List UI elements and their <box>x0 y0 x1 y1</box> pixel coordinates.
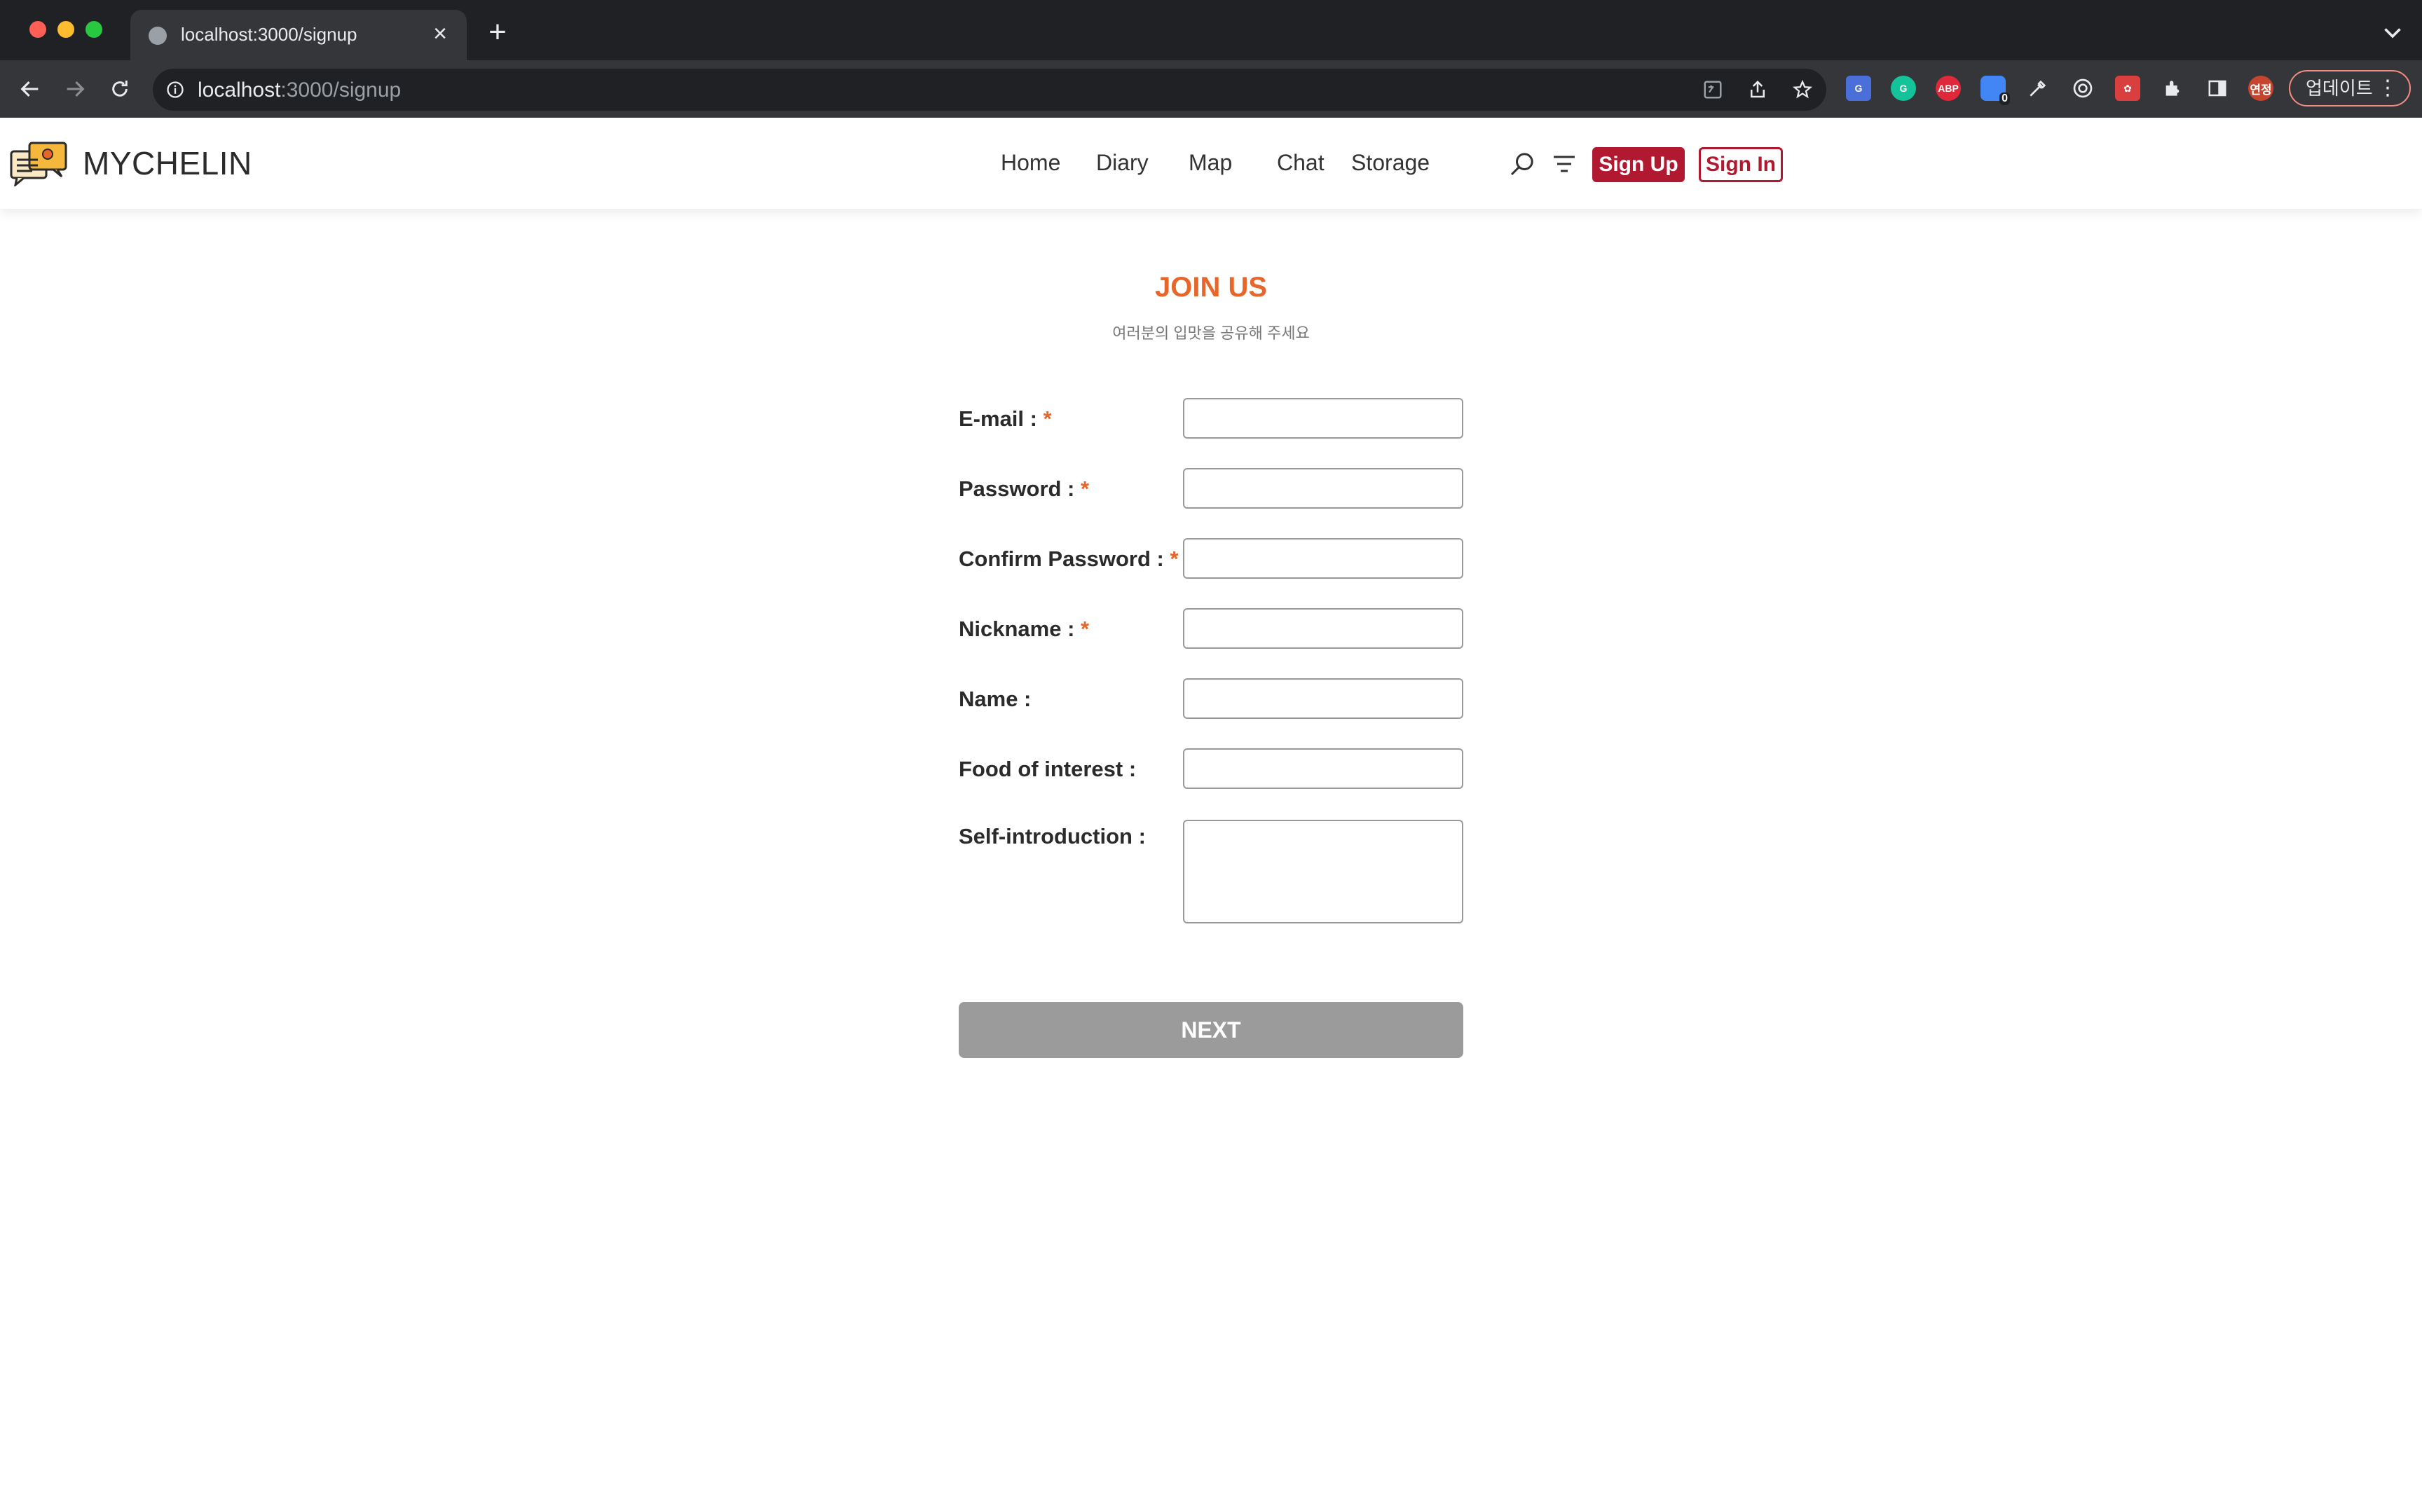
red-extension-icon[interactable]: ✿ <box>2115 76 2140 101</box>
confirm-password-field[interactable] <box>1183 538 1463 579</box>
window-close-button[interactable] <box>29 21 46 38</box>
browser-tab[interactable]: localhost:3000/signup × <box>130 10 467 60</box>
logo-chat-bubbles-icon[interactable] <box>10 140 69 186</box>
eyedropper-extension-icon[interactable] <box>2025 76 2051 101</box>
globe-icon <box>149 27 167 45</box>
new-tab-button[interactable]: + <box>482 17 513 48</box>
nickname-field[interactable] <box>1183 608 1463 649</box>
share-icon[interactable] <box>1746 78 1769 101</box>
extension-badge-count: 0 <box>1999 92 2010 105</box>
arrow-left-icon <box>20 81 39 97</box>
bookmark-star-icon[interactable] <box>1791 78 1814 101</box>
side-panel-icon[interactable] <box>2205 76 2230 101</box>
update-button[interactable]: 업데이트 ⋮ <box>2289 70 2411 106</box>
grammarly-extension-icon[interactable]: G <box>1891 76 1916 101</box>
reload-button[interactable] <box>104 73 136 105</box>
next-button[interactable]: NEXT <box>959 1002 1463 1058</box>
extension-with-badge-icon[interactable]: 0 <box>1980 76 2010 105</box>
nav-diary[interactable]: Diary <box>1096 150 1149 176</box>
name-field[interactable] <box>1183 678 1463 719</box>
food-of-interest-field[interactable] <box>1183 748 1463 789</box>
info-icon[interactable] <box>165 80 185 99</box>
kebab-menu-icon[interactable]: ⋮ <box>2377 71 2398 105</box>
browser-toolbar: localhost:3000/signup <box>0 60 2422 118</box>
name-label: Name : <box>959 687 1032 711</box>
sign-up-button[interactable]: Sign Up <box>1592 147 1685 182</box>
puzzle-extensions-icon[interactable] <box>2160 76 2185 101</box>
confirm-password-label: Confirm Password : * <box>959 547 1179 571</box>
nav-storage[interactable]: Storage <box>1351 150 1430 176</box>
food-of-interest-label: Food of interest : <box>959 757 1137 781</box>
self-introduction-field[interactable] <box>1183 820 1463 923</box>
filter-icon[interactable] <box>1550 150 1578 178</box>
tab-close-icon[interactable]: × <box>426 20 454 48</box>
translate-icon[interactable] <box>1702 78 1724 101</box>
nav-chat[interactable]: Chat <box>1277 150 1325 176</box>
password-field[interactable] <box>1183 468 1463 509</box>
tab-title: localhost:3000/signup <box>181 24 357 45</box>
self-introduction-label: Self-introduction : <box>959 824 1146 848</box>
adblock-extension-icon[interactable]: ABP <box>1936 76 1961 101</box>
update-label: 업데이트 <box>2306 78 2373 99</box>
sign-in-button[interactable]: Sign In <box>1699 147 1783 182</box>
search-icon[interactable] <box>1508 150 1536 178</box>
back-button[interactable] <box>14 73 46 105</box>
browser-titlebar: localhost:3000/signup × + <box>0 0 2422 60</box>
url-text: localhost:3000/signup <box>198 78 402 102</box>
profile-avatar[interactable]: 연정 <box>2248 76 2273 101</box>
site-header: MYCHELIN Home Diary Map Chat Storage Sig… <box>0 118 2422 209</box>
google-translate-extension-icon[interactable]: G <box>1846 76 1871 101</box>
page-subtitle: 여러분의 입맛을 공유해 주세요 <box>1112 324 1310 342</box>
chevron-down-icon[interactable] <box>2380 20 2405 45</box>
forward-button[interactable] <box>59 73 91 105</box>
target-extension-icon[interactable] <box>2070 76 2095 101</box>
nickname-label: Nickname : * <box>959 617 1090 641</box>
logo-text[interactable]: MYCHELIN <box>83 144 252 182</box>
address-bar[interactable]: localhost:3000/signup <box>153 69 1826 111</box>
email-label: E-mail : * <box>959 406 1052 431</box>
arrow-right-icon <box>67 81 85 97</box>
email-field[interactable] <box>1183 398 1463 439</box>
nav-home[interactable]: Home <box>1001 150 1060 176</box>
password-label: Password : * <box>959 476 1090 501</box>
reload-icon <box>112 81 128 97</box>
window-maximize-button[interactable] <box>85 21 102 38</box>
window-minimize-button[interactable] <box>57 21 74 38</box>
page-title: JOIN US <box>1154 272 1268 303</box>
nav-map[interactable]: Map <box>1189 150 1232 176</box>
